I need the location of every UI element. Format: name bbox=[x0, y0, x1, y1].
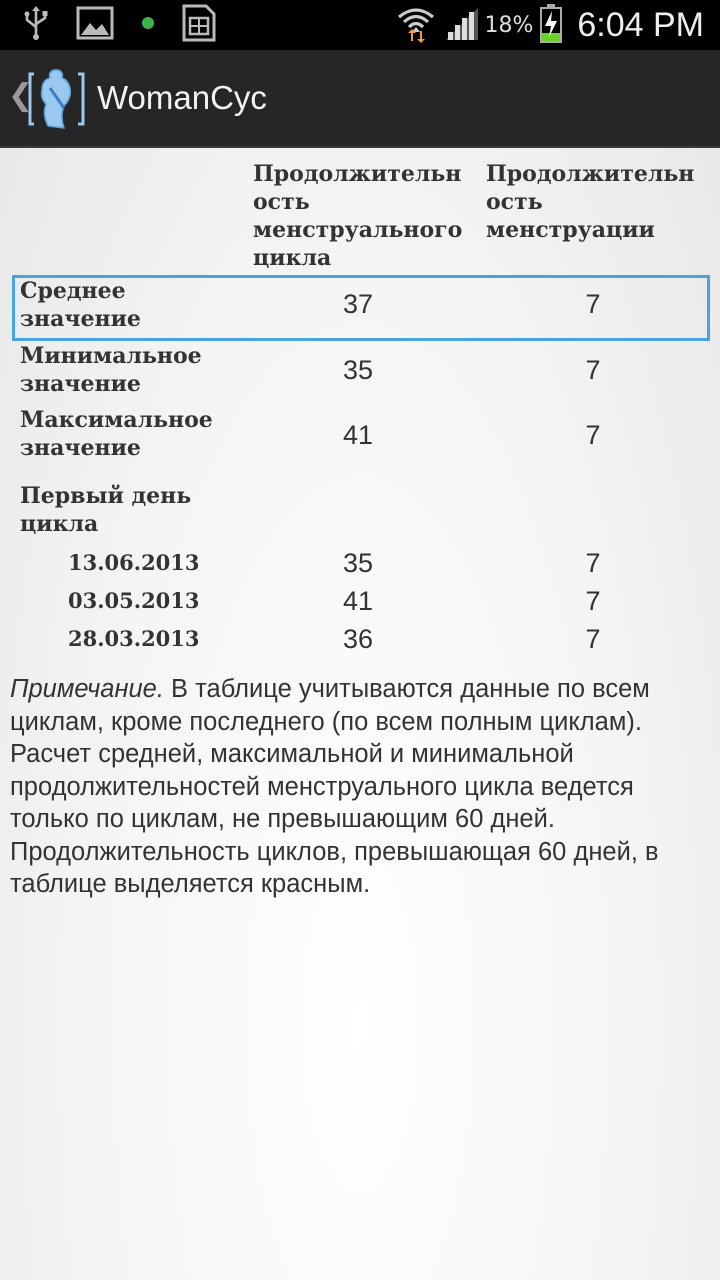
row-label-maximum: Максимальное значение bbox=[20, 407, 213, 461]
wifi-icon bbox=[396, 3, 436, 48]
usb-icon bbox=[22, 5, 50, 46]
average-period-value: 7 bbox=[585, 289, 601, 319]
battery-charging-icon bbox=[539, 3, 563, 48]
cycle-length-value: 35 bbox=[342, 548, 374, 578]
cycle-length-value: 41 bbox=[342, 586, 374, 616]
image-icon bbox=[76, 6, 114, 45]
average-cycle-value: 37 bbox=[342, 289, 374, 319]
note-text: Примечание. В таблице учитываются данные… bbox=[10, 673, 710, 901]
period-length-value: 7 bbox=[585, 548, 601, 578]
column-header-period-length: Продолжительн ость менструации bbox=[486, 161, 695, 243]
note-paragraph-3: Продолжительность циклов, превышающая 60… bbox=[10, 837, 659, 899]
status-bar: 18% 6:04 PM bbox=[0, 0, 720, 50]
row-label-minimum: Минимальное значение bbox=[20, 343, 202, 397]
cycle-date: 28.03.2013 bbox=[68, 626, 200, 651]
period-length-value: 7 bbox=[585, 586, 601, 616]
maximum-period-value: 7 bbox=[585, 420, 601, 450]
cycle-date: 13.06.2013 bbox=[68, 550, 200, 575]
clock: 6:04 PM bbox=[577, 5, 704, 44]
cycle-length-value: 36 bbox=[342, 624, 374, 654]
note-paragraph-2: Расчет средней, максимальной и минимальн… bbox=[10, 740, 634, 833]
status-bar-system: 18% 6:04 PM bbox=[396, 0, 704, 50]
first-day-label: Первый день цикла bbox=[20, 483, 192, 537]
minimum-cycle-value: 35 bbox=[342, 355, 374, 385]
sim-card-icon bbox=[182, 4, 216, 47]
note-label: Примечание. bbox=[10, 675, 164, 703]
battery-percent: 18% bbox=[484, 12, 534, 38]
app-title: WomanCyc bbox=[97, 79, 267, 116]
signal-icon bbox=[444, 6, 480, 45]
cycle-date: 03.05.2013 bbox=[68, 588, 200, 613]
row-label-average: Среднее значение bbox=[20, 278, 141, 332]
minimum-period-value: 7 bbox=[585, 355, 601, 385]
period-length-value: 7 bbox=[585, 624, 601, 654]
status-bar-notifications bbox=[22, 4, 242, 47]
column-header-cycle-length: Продолжительн ость менструального цикла bbox=[253, 161, 463, 271]
action-bar: ❮ WomanCyc bbox=[0, 50, 720, 148]
maximum-cycle-value: 41 bbox=[342, 420, 374, 450]
app-logo-icon[interactable] bbox=[28, 68, 86, 135]
note-paragraph-1: Примечание. В таблице учитываются данные… bbox=[10, 675, 650, 736]
notification-dot-icon bbox=[140, 15, 156, 36]
